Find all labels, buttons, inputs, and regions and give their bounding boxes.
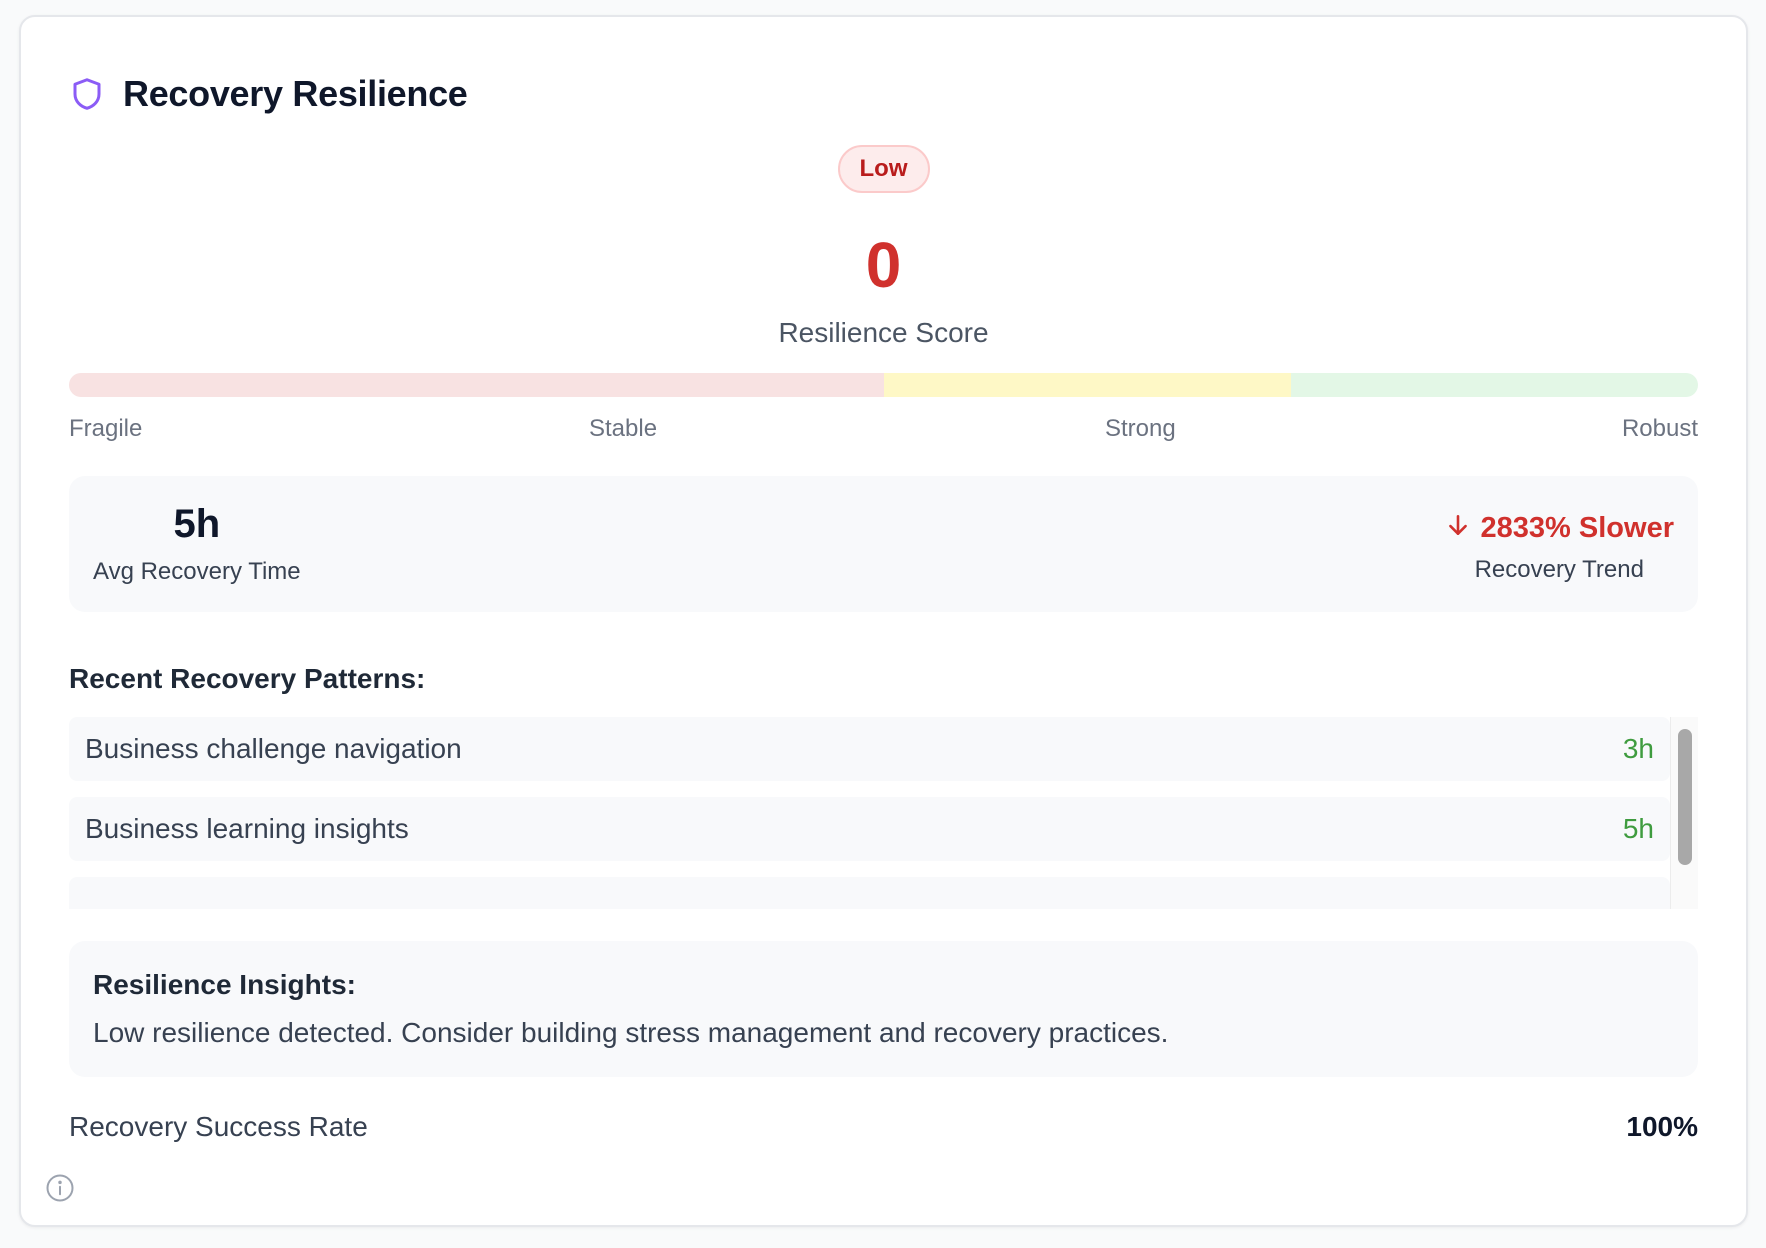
recovery-success-row: Recovery Success Rate 100% bbox=[69, 1111, 1698, 1143]
recovery-resilience-card: Recovery Resilience Low 0 Resilience Sco… bbox=[19, 15, 1748, 1227]
insights-title: Resilience Insights: bbox=[93, 969, 356, 1000]
avg-recovery-stat: 5h Avg Recovery Time bbox=[93, 504, 301, 586]
patterns-scrollbar[interactable] bbox=[1670, 717, 1698, 909]
shield-icon bbox=[69, 74, 105, 114]
pattern-duration: 3h bbox=[1622, 733, 1654, 764]
success-rate-value: 100% bbox=[1626, 1111, 1698, 1142]
scale-labels: Fragile Stable Strong Robust bbox=[69, 415, 1698, 445]
scale-segment-strong bbox=[883, 373, 1291, 397]
scale-segment-fragile bbox=[69, 373, 884, 397]
avg-recovery-label: Avg Recovery Time bbox=[93, 558, 301, 585]
scale-label-stable: Stable bbox=[589, 415, 658, 442]
success-rate-label: Recovery Success Rate bbox=[69, 1111, 368, 1142]
recovery-trend-label: Recovery Trend bbox=[1474, 556, 1644, 583]
info-icon[interactable] bbox=[45, 1173, 75, 1203]
scale-segment-robust bbox=[1290, 373, 1698, 397]
card-header: Recovery Resilience bbox=[69, 73, 468, 115]
level-badge-wrap: Low bbox=[69, 145, 1698, 193]
list-item: Business learning insights 5h bbox=[69, 797, 1670, 861]
patterns-list-content: Business challenge navigation 3h Busines… bbox=[69, 717, 1670, 909]
resilience-insights-panel: Resilience Insights: Low resilience dete… bbox=[69, 941, 1698, 1077]
list-item: Business challenge navigation 3h bbox=[69, 717, 1670, 781]
insights-text: Low resilience detected. Consider buildi… bbox=[93, 1017, 1169, 1048]
scale-label-fragile: Fragile bbox=[69, 415, 143, 442]
scale-label-strong: Strong bbox=[1105, 415, 1176, 442]
avg-recovery-value: 5h bbox=[173, 502, 221, 546]
recovery-trend-value: 2833% Slower bbox=[1480, 511, 1674, 544]
recovery-trend-value-row: 2833% Slower bbox=[1445, 512, 1674, 544]
scrollbar-thumb[interactable] bbox=[1678, 729, 1692, 865]
list-item-partial bbox=[69, 877, 1670, 909]
resilience-score-label: Resilience Score bbox=[778, 317, 989, 348]
recent-patterns-title: Recent Recovery Patterns: bbox=[69, 663, 426, 694]
scale-label-robust: Robust bbox=[1621, 415, 1698, 442]
recovery-trend-stat: 2833% Slower Recovery Trend bbox=[1445, 512, 1674, 584]
arrow-down-icon bbox=[1445, 512, 1471, 544]
recent-patterns-list[interactable]: Business challenge navigation 3h Busines… bbox=[69, 717, 1698, 909]
resilience-score-value: 0 bbox=[865, 229, 902, 301]
resilience-level-badge: Low bbox=[837, 145, 930, 193]
recovery-stats-panel: 5h Avg Recovery Time 2833% Slower Recove… bbox=[69, 476, 1698, 612]
pattern-name: Business learning insights bbox=[85, 813, 409, 844]
pattern-name: Business challenge navigation bbox=[85, 733, 462, 764]
resilience-scale-bar bbox=[69, 373, 1698, 397]
pattern-duration: 5h bbox=[1622, 813, 1654, 844]
card-title: Recovery Resilience bbox=[123, 73, 468, 114]
